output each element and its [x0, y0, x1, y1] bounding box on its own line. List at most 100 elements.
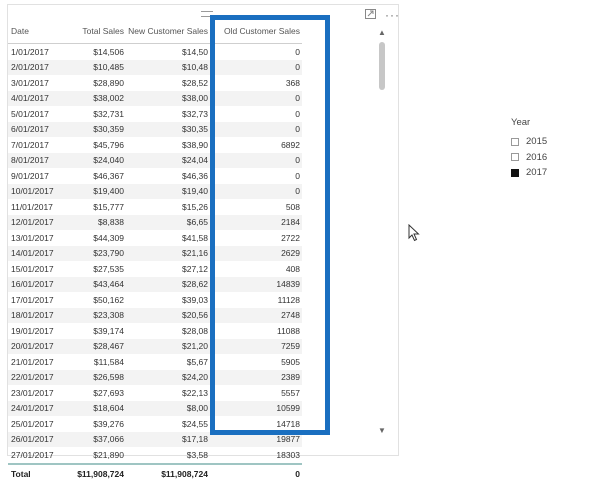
- cell-total-sales: $10,485: [64, 59, 126, 75]
- table-row[interactable]: 25/01/2017 $39,276 $24,55 14718: [8, 416, 302, 432]
- mouse-cursor-icon: [408, 224, 420, 242]
- table-row[interactable]: 22/01/2017 $26,598 $24,20 2389: [8, 369, 302, 385]
- cell-date: 23/01/2017: [11, 387, 54, 398]
- table-row[interactable]: 8/01/2017 $24,040 $24,04 0: [8, 152, 302, 168]
- table-row[interactable]: 6/01/2017 $30,359 $30,35 0: [8, 121, 302, 137]
- table-row[interactable]: 24/01/2017 $18,604 $8,00 10599: [8, 400, 302, 416]
- table-row[interactable]: 13/01/2017 $44,309 $41,58 2722: [8, 230, 302, 246]
- cell-new-customer-sales: $15,26: [182, 201, 208, 212]
- cell-new-customer-sales: $38,90: [182, 139, 208, 150]
- cell-new-customer-sales: $28,08: [182, 325, 208, 336]
- column-header-total-sales[interactable]: Total Sales: [64, 19, 126, 44]
- cell-new-customer-sales: $19,40: [126, 183, 210, 199]
- cell-date: 8/01/2017: [8, 152, 64, 168]
- slicer-item-label: 2015: [526, 136, 548, 148]
- cell-old-customer-sales: 7259: [210, 338, 302, 354]
- column-header-old-customer-sales[interactable]: Old Customer Sales: [210, 19, 302, 44]
- cell-new-customer-sales: $46,36: [182, 170, 208, 181]
- table-row[interactable]: 4/01/2017 $38,002 $38,00 0: [8, 90, 302, 106]
- cell-date: 2/01/2017: [8, 59, 64, 75]
- cell-total-sales: $44,309: [93, 232, 124, 243]
- slicer-item-2016[interactable]: 2016: [511, 150, 547, 166]
- table-row[interactable]: 27/01/2017 $21,890 $3,58 18303: [8, 447, 302, 464]
- table-row[interactable]: 16/01/2017 $43,464 $28,62 14839: [8, 276, 302, 292]
- table-row[interactable]: 2/01/2017 $10,485 $10,48 0: [8, 59, 302, 75]
- cell-total-sales: $39,276: [93, 418, 124, 429]
- cell-old-customer-sales: 0: [210, 121, 302, 137]
- scroll-down-icon[interactable]: ▼: [377, 426, 387, 436]
- cell-new-customer-sales: $41,58: [182, 232, 208, 243]
- scroll-thumb[interactable]: [379, 42, 385, 90]
- table-row[interactable]: 23/01/2017 $27,693 $22,13 5557: [8, 385, 302, 401]
- table-row[interactable]: 3/01/2017 $28,890 $28,52 368: [8, 75, 302, 91]
- cell-new-customer-sales: $24,20: [126, 369, 210, 385]
- table-row[interactable]: 10/01/2017 $19,400 $19,40 0: [8, 183, 302, 199]
- cell-new-customer-sales: $17,18: [126, 431, 210, 447]
- cell-date: 10/01/2017: [8, 183, 64, 199]
- table-row[interactable]: 21/01/2017 $11,584 $5,67 5905: [8, 354, 302, 370]
- table-row[interactable]: 26/01/2017 $37,066 $17,18 19877: [8, 431, 302, 447]
- table-row[interactable]: 1/01/2017 $14,506 $14,50 0: [8, 44, 302, 60]
- total-row: Total $11,908,724 $11,908,724 0: [8, 462, 302, 483]
- cell-total-sales: $43,464: [64, 276, 126, 292]
- cell-date: 25/01/2017: [11, 418, 54, 429]
- cell-old-customer-sales: 6892: [281, 139, 300, 150]
- cell-new-customer-sales: $3,58: [186, 449, 208, 460]
- cell-new-customer-sales: $24,55: [182, 418, 208, 429]
- cell-old-customer-sales: 19877: [210, 431, 302, 447]
- year-slicer: Year 2015 2016 2017: [511, 117, 547, 181]
- cell-date: 4/01/2017: [8, 90, 64, 106]
- column-header-new-customer-sales[interactable]: New Customer Sales: [126, 19, 210, 44]
- cell-old-customer-sales: 2629: [210, 245, 302, 261]
- focus-mode-icon[interactable]: [365, 9, 376, 19]
- cell-new-customer-sales: $20,56: [126, 307, 210, 323]
- table-row[interactable]: 19/01/2017 $39,174 $28,08 11088: [8, 323, 302, 339]
- cell-old-customer-sales: 408: [285, 263, 300, 274]
- cell-total-sales: $14,506: [93, 46, 124, 57]
- cell-total-sales: $21,890: [93, 449, 124, 460]
- slicer-item-2017[interactable]: 2017: [511, 165, 547, 181]
- cell-date: 27/01/2017: [11, 449, 54, 460]
- table-row[interactable]: 17/01/2017 $50,162 $39,03 11128: [8, 292, 302, 308]
- cell-total-sales: $32,731: [93, 108, 124, 119]
- table-row[interactable]: 9/01/2017 $46,367 $46,36 0: [8, 168, 302, 184]
- vertical-scrollbar[interactable]: ▲ ▼: [377, 28, 387, 436]
- cell-old-customer-sales: 0: [210, 90, 302, 106]
- table-row[interactable]: 12/01/2017 $8,838 $6,65 2184: [8, 214, 302, 230]
- checkbox-icon[interactable]: [511, 153, 519, 162]
- cell-date: 18/01/2017: [8, 307, 64, 323]
- table-row[interactable]: 14/01/2017 $23,790 $21,16 2629: [8, 245, 302, 261]
- slicer-item-2015[interactable]: 2015: [511, 134, 547, 150]
- cell-total-sales: $30,359: [64, 121, 126, 137]
- cell-total-sales: $45,796: [93, 139, 124, 150]
- cell-date: 12/01/2017: [8, 214, 64, 230]
- table-row[interactable]: 11/01/2017 $15,777 $15,26 508: [8, 199, 302, 215]
- cell-date: 16/01/2017: [8, 276, 64, 292]
- cell-date: 6/01/2017: [8, 121, 64, 137]
- cell-new-customer-sales: $8,00: [126, 400, 210, 416]
- table-row[interactable]: 7/01/2017 $45,796 $38,90 6892: [8, 137, 302, 153]
- drag-grip-icon[interactable]: [201, 11, 213, 17]
- table-row[interactable]: 15/01/2017 $27,535 $27,12 408: [8, 261, 302, 277]
- cell-old-customer-sales: 5557: [281, 387, 300, 398]
- table-row[interactable]: 18/01/2017 $23,308 $20,56 2748: [8, 307, 302, 323]
- cell-new-customer-sales: $22,13: [182, 387, 208, 398]
- cell-date: 5/01/2017: [11, 108, 49, 119]
- table-row[interactable]: 20/01/2017 $28,467 $21,20 7259: [8, 338, 302, 354]
- cell-date: 14/01/2017: [8, 245, 64, 261]
- cell-total-sales: $8,838: [64, 214, 126, 230]
- checkbox-checked-icon[interactable]: [511, 168, 519, 177]
- cell-total-sales: $27,535: [93, 263, 124, 274]
- table-row[interactable]: 5/01/2017 $32,731 $32,73 0: [8, 106, 302, 122]
- sales-table: Date Total Sales New Customer Sales Old …: [8, 19, 302, 483]
- column-header-date[interactable]: Date: [8, 19, 64, 44]
- cell-date: 24/01/2017: [8, 400, 64, 416]
- cell-old-customer-sales: 0: [210, 183, 302, 199]
- cell-total-sales: $28,890: [93, 77, 124, 88]
- more-options-icon[interactable]: ···: [385, 8, 400, 22]
- checkbox-icon[interactable]: [511, 137, 519, 146]
- cell-total-sales: $15,777: [93, 201, 124, 212]
- cell-total-sales: $27,693: [93, 387, 124, 398]
- cell-old-customer-sales: 5905: [281, 356, 300, 367]
- scroll-up-icon[interactable]: ▲: [377, 28, 387, 38]
